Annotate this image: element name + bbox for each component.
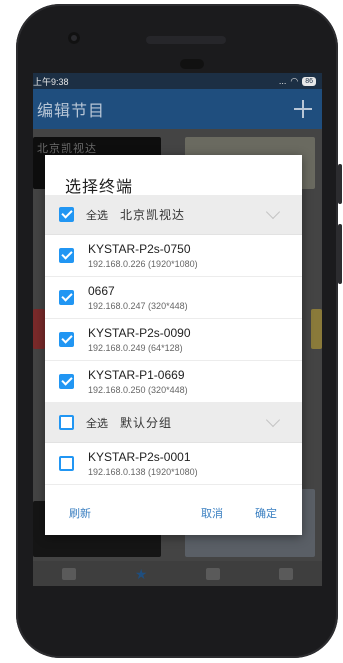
terminal-address: 192.168.0.226 (1920*1080) <box>88 258 198 269</box>
terminal-item[interactable]: 0667 192.168.0.247 (320*448) <box>45 277 302 319</box>
terminal-name: KYSTAR-P2s-0001 <box>88 449 191 464</box>
select-all-label: 全选 <box>86 417 108 430</box>
signal-icon: ... <box>278 76 287 86</box>
terminal-item[interactable]: KYSTAR-P1-0669 192.168.0.250 (320*448) <box>45 361 302 403</box>
wifi-icon: ◠ <box>290 75 299 86</box>
status-bar: 上午9:38 ... ◠ 86 <box>33 73 322 89</box>
terminal-item[interactable]: KYSTAR-P2s-0090 192.168.0.249 (64*128) <box>45 319 302 361</box>
status-time: 上午9:38 <box>33 76 69 87</box>
terminal-name: KYSTAR-P2s-0090 <box>88 325 191 340</box>
group-name: 默认分组 <box>120 416 173 430</box>
box-icon[interactable] <box>206 567 221 580</box>
terminal-address: 192.168.0.250 (320*448) <box>88 384 188 395</box>
app-bar: 编辑节目 <box>33 89 322 129</box>
cancel-button[interactable]: 取消 <box>201 505 223 521</box>
terminal-name: 0667 <box>88 283 115 298</box>
terminal-item[interactable]: KYSTAR-P2s-0001 192.168.0.138 (1920*1080… <box>45 443 302 485</box>
status-indicators: ... ◠ 86 <box>279 76 316 87</box>
volume-button <box>338 164 342 204</box>
page-title: 编辑节目 <box>37 103 106 120</box>
checkbox-checked-icon[interactable] <box>59 248 74 263</box>
terminal-list: 全选 北京凯视达 KYSTAR-P2s-0750 192.168.0.226 (… <box>45 195 302 485</box>
plus-icon[interactable] <box>294 100 312 118</box>
battery-icon: 86 <box>302 76 316 86</box>
program-tile[interactable] <box>33 309 45 349</box>
checkbox-checked-icon[interactable] <box>59 332 74 347</box>
star-icon[interactable]: ★ <box>135 567 148 581</box>
terminal-name: KYSTAR-P2s-0750 <box>88 241 191 256</box>
dialog-actions: 刷新 取消 确定 <box>45 493 302 527</box>
chevron-down-icon[interactable] <box>265 412 281 428</box>
group-header-default[interactable]: 全选 默认分组 <box>45 403 302 443</box>
terminal-address: 192.168.0.247 (320*448) <box>88 300 188 311</box>
tile-label: 北京凯视达 <box>37 143 97 155</box>
checkbox-checked-icon[interactable] <box>59 374 74 389</box>
checkbox-checked-icon[interactable] <box>59 290 74 305</box>
dialog-title: 选择终端 <box>65 179 134 196</box>
group-name: 北京凯视达 <box>120 208 186 222</box>
checkbox-checked-icon[interactable] <box>59 207 74 222</box>
select-all-label: 全选 <box>86 209 108 222</box>
front-camera-icon <box>68 32 80 44</box>
chevron-down-icon[interactable] <box>265 204 281 220</box>
list-icon[interactable] <box>62 567 77 580</box>
terminal-address: 192.168.0.249 (64*128) <box>88 342 183 353</box>
terminal-name: KYSTAR-P1-0669 <box>88 367 185 382</box>
group-header-kaishida[interactable]: 全选 北京凯视达 <box>45 195 302 235</box>
earpiece-speaker <box>146 36 226 44</box>
refresh-button[interactable]: 刷新 <box>69 505 91 521</box>
terminal-item[interactable]: KYSTAR-P2s-0750 192.168.0.226 (1920*1080… <box>45 235 302 277</box>
document-icon[interactable] <box>278 567 293 580</box>
checkbox-unchecked-icon[interactable] <box>59 456 74 471</box>
select-terminal-dialog: 选择终端 全选 北京凯视达 KYSTAR-P2s-0750 192.168.0.… <box>45 155 302 535</box>
terminal-address: 192.168.0.138 (1920*1080) <box>88 466 198 477</box>
proximity-sensor <box>180 59 204 69</box>
checkbox-unchecked-icon[interactable] <box>59 415 74 430</box>
program-tile[interactable] <box>311 309 322 349</box>
bottom-navigation: ★ <box>33 561 322 586</box>
power-button <box>338 224 342 284</box>
confirm-button[interactable]: 确定 <box>255 505 277 521</box>
